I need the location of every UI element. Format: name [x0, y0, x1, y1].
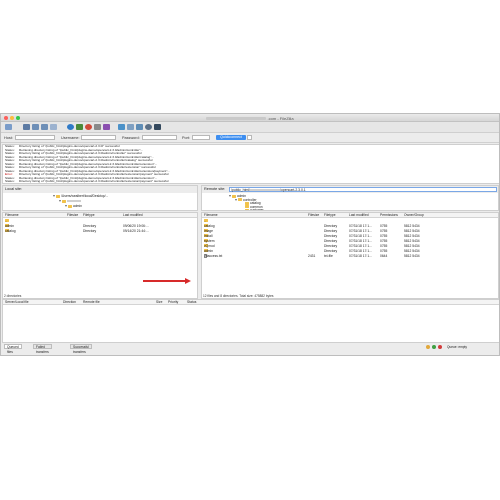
toggle-remote-tree-icon[interactable]	[41, 124, 48, 130]
transfer-queue[interactable]: Server/Local file Direction Remote file …	[2, 299, 499, 343]
queue-header: Server/Local file Direction Remote file …	[3, 300, 499, 305]
remote-file-row[interactable]: .htaccess.txt 2431 txt-file 07/31/18 17:1..…	[202, 254, 498, 259]
file-modified: 09/14/20 21:44:...	[123, 229, 149, 233]
col-status[interactable]: Status	[187, 300, 196, 305]
folder-icon	[62, 199, 66, 203]
folder-icon	[68, 204, 72, 208]
toggle-queue-icon[interactable]	[50, 124, 57, 130]
toggle-log-icon[interactable]	[23, 124, 30, 130]
binoculars-icon[interactable]	[154, 124, 161, 130]
col-filetype[interactable]: Filetype	[83, 213, 95, 218]
col-permissions[interactable]: Permissions	[380, 213, 398, 218]
col-priority[interactable]: Priority	[168, 300, 178, 305]
local-site-bar: Local site:	[3, 186, 197, 193]
message-log[interactable]: Status: Directory listing of "/public_htm…	[2, 144, 499, 184]
host-label: Host:	[4, 136, 13, 140]
col-direction[interactable]: Direction	[63, 300, 76, 305]
tab-queued-files[interactable]: Queued files	[4, 344, 22, 354]
search-icon[interactable]	[145, 124, 152, 130]
file-owner: 5812 5434	[404, 254, 420, 258]
process-queue-icon[interactable]	[76, 124, 83, 130]
username-input[interactable]	[81, 135, 116, 140]
file-modified: 07/31/18 17:1...	[349, 254, 372, 258]
annotation-arrow	[143, 280, 187, 282]
site-manager-icon[interactable]	[5, 124, 12, 130]
col-filesize[interactable]: Filesize	[308, 213, 319, 218]
annotation-arrowhead	[185, 277, 191, 284]
remote-file-header: Filename Filesize Filetype Last modified…	[202, 213, 498, 218]
compare-icon[interactable]	[127, 124, 134, 130]
col-server-local-file[interactable]: Server/Local file	[5, 300, 29, 305]
col-last-modified[interactable]: Last modified	[349, 213, 369, 218]
log-line: Status: Retrieving directory listing of "…	[5, 183, 187, 184]
log-text: Retrieving directory listing of "/public…	[19, 183, 187, 184]
local-file-row[interactable]: catalog Directory 09/14/20 21:44:...	[3, 229, 197, 234]
folder-icon	[56, 194, 60, 198]
reconnect-icon[interactable]	[103, 124, 110, 130]
window-title: .com - FileZilla	[1, 116, 499, 121]
quickconnect-bar: Host: Username: Password: Port: Quickcon…	[1, 133, 499, 143]
col-filename[interactable]: Filename	[5, 213, 19, 218]
title-bar: .com - FileZilla	[1, 114, 499, 122]
tab-successful-transfers[interactable]: Successful transfers	[70, 344, 92, 354]
quickconnect-history-dropdown[interactable]	[247, 135, 252, 140]
col-last-modified[interactable]: Last modified	[123, 213, 143, 218]
file-type: txt-file	[324, 254, 333, 258]
local-tree-pane[interactable]: Local site: /Users/wealbert/local/Deskto…	[2, 185, 198, 211]
lock-icon	[426, 345, 430, 349]
local-tree-node[interactable]	[59, 199, 81, 203]
filter-icon[interactable]	[118, 124, 125, 130]
local-file-list[interactable]: Filename Filesize Filetype Last modified…	[2, 212, 198, 299]
col-filename[interactable]: Filename	[204, 213, 218, 218]
file-size: 2431	[308, 254, 316, 258]
redacted-host	[206, 116, 267, 120]
disconnect-icon[interactable]	[94, 124, 101, 130]
local-tree-admin[interactable]: admin	[65, 204, 82, 208]
toggle-local-tree-icon[interactable]	[32, 124, 39, 130]
cancel-operation-icon[interactable]	[85, 124, 92, 130]
col-size[interactable]: Size	[156, 300, 162, 305]
file-name: catalog	[5, 229, 16, 233]
activity-indicator-icon	[438, 345, 442, 349]
local-site-label: Local site:	[5, 187, 23, 191]
host-input[interactable]	[15, 135, 55, 140]
local-status: 2 directories	[4, 294, 22, 298]
port-label: Port:	[182, 136, 191, 140]
remote-file-list[interactable]: Filename Filesize Filetype Last modified…	[201, 212, 499, 299]
remote-tree-pane[interactable]: Remote site: /public_html//opencart-2.3.…	[201, 185, 499, 211]
local-tree-root[interactable]: /Users/wealbert/local/Desktop/...	[53, 194, 108, 198]
quickconnect-button[interactable]: Quickconnect	[216, 135, 246, 140]
file-permissions: 0644	[380, 254, 388, 258]
username-label: Username:	[61, 136, 80, 140]
queue-status-label: Queue: empty	[447, 345, 468, 349]
col-filetype[interactable]: Filetype	[324, 213, 336, 218]
toolbar	[1, 122, 499, 133]
file-name: .htaccess.txt	[204, 254, 223, 258]
col-filesize[interactable]: Filesize	[67, 213, 78, 218]
local-file-header: Filename Filesize Filetype Last modified	[3, 213, 197, 218]
folder-icon	[245, 209, 249, 210]
sync-browse-icon[interactable]	[136, 124, 143, 130]
password-input[interactable]	[142, 135, 177, 140]
remote-tree-node[interactable]: customer	[241, 208, 264, 210]
refresh-icon[interactable]	[67, 124, 74, 130]
remote-path-input[interactable]: /public_html//opencart-2.3.0.1	[229, 187, 497, 192]
col-owner-group[interactable]: Owner/Group	[404, 213, 424, 218]
redacted-path	[250, 188, 281, 192]
remote-site-label: Remote site:	[204, 187, 226, 191]
window-title-suffix: .com - FileZilla	[267, 115, 294, 121]
port-input[interactable]	[192, 135, 210, 140]
log-status: Status:	[5, 183, 15, 184]
remote-status: 12 files and 8 directories. Total size: …	[203, 294, 274, 298]
connection-indicator-icon	[432, 345, 436, 349]
col-remote-file[interactable]: Remote file	[83, 300, 100, 305]
password-label: Password:	[122, 136, 140, 140]
file-type: Directory	[83, 229, 97, 233]
filezilla-window: .com - FileZilla Host: Username: Passwor…	[0, 113, 500, 356]
tab-failed-transfers[interactable]: Failed transfers	[33, 344, 52, 354]
